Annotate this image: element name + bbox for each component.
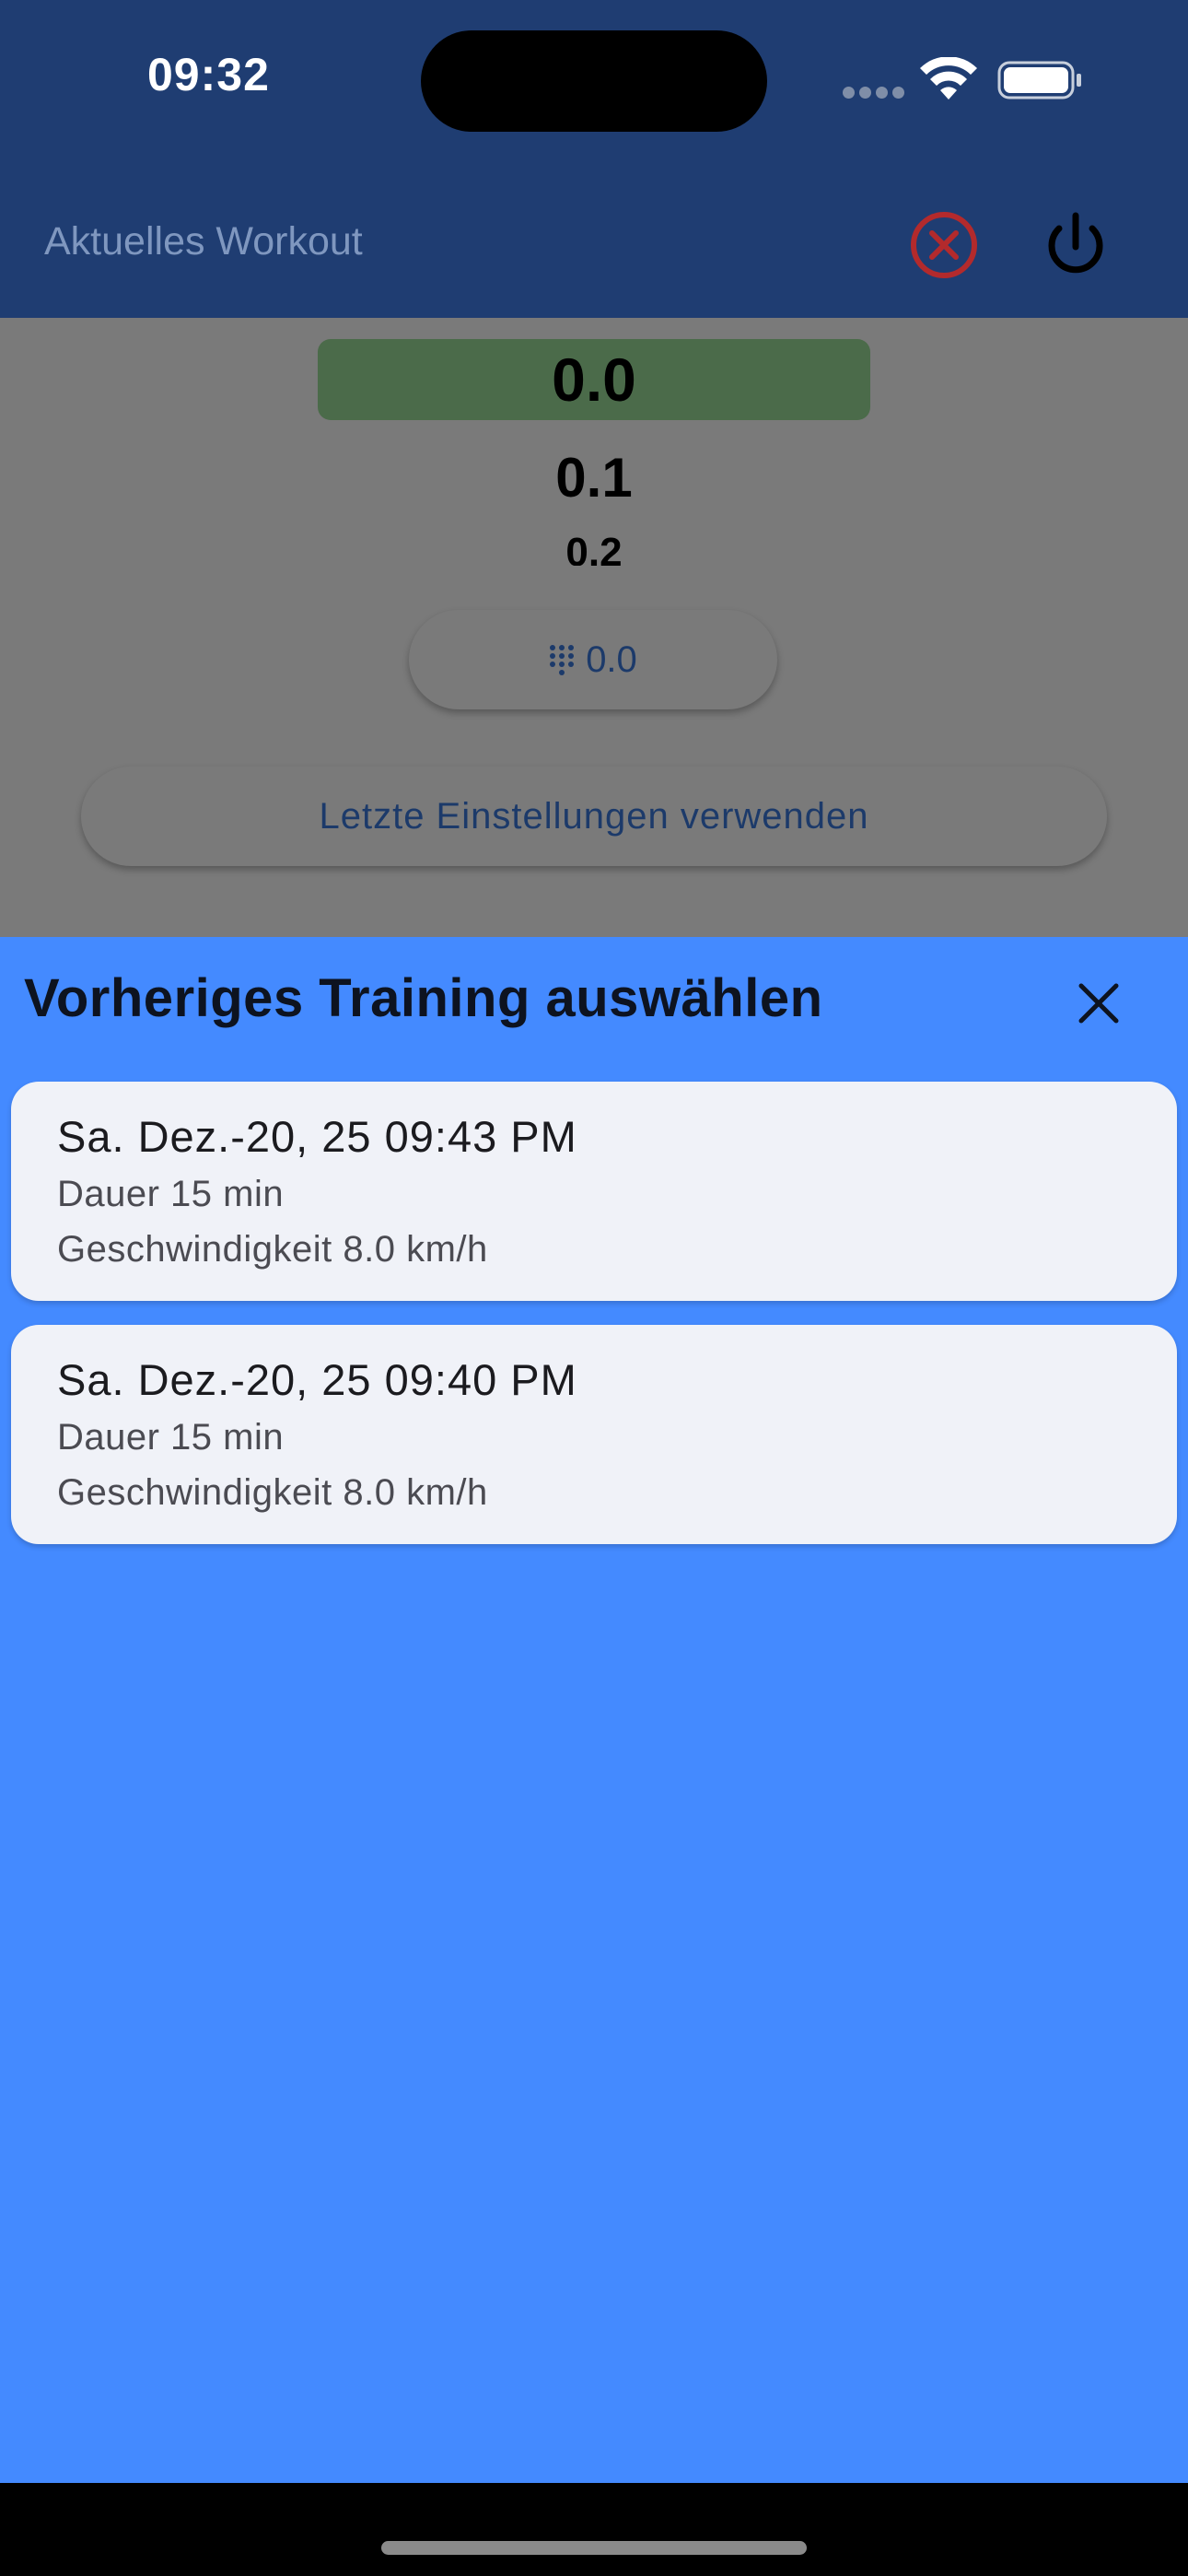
dynamic-island bbox=[421, 30, 767, 132]
home-indicator[interactable] bbox=[381, 2541, 807, 2555]
sheet-title: Vorheriges Training auswählen bbox=[24, 968, 823, 1028]
close-icon[interactable] bbox=[1074, 978, 1124, 1028]
home-indicator-area bbox=[0, 2483, 1188, 2576]
training-list-item[interactable]: Sa. Dez.-20, 25 09:40 PM Dauer 15 min Ge… bbox=[11, 1325, 1177, 1544]
training-list-item[interactable]: Sa. Dez.-20, 25 09:43 PM Dauer 15 min Ge… bbox=[11, 1082, 1177, 1301]
keypad-button-label: 0.0 bbox=[586, 638, 637, 680]
speed-picker-next-value-2-container: 0.2 bbox=[318, 533, 870, 566]
cellular-signal-icon bbox=[843, 87, 905, 100]
training-speed: Geschwindigkeit 8.0 km/h bbox=[57, 1472, 488, 1513]
app-bar-title: Aktuelles Workout bbox=[44, 219, 363, 263]
screen: 09:32 Aktuelles Workout 0.0 0.1 0.2 0.0 … bbox=[0, 0, 1188, 2576]
training-date: Sa. Dez.-20, 25 09:40 PM bbox=[57, 1355, 577, 1404]
cancel-workout-button[interactable] bbox=[905, 206, 983, 284]
speed-picker-selected-value[interactable]: 0.0 bbox=[318, 339, 870, 420]
status-time: 09:32 bbox=[147, 49, 270, 100]
keypad-entry-button[interactable]: 0.0 bbox=[409, 610, 777, 709]
training-speed: Geschwindigkeit 8.0 km/h bbox=[57, 1229, 488, 1270]
training-date: Sa. Dez.-20, 25 09:43 PM bbox=[57, 1112, 577, 1161]
dialpad-icon bbox=[550, 645, 575, 675]
use-last-settings-button[interactable]: Letzte Einstellungen verwenden bbox=[81, 767, 1107, 866]
wifi-icon bbox=[920, 57, 977, 100]
power-button[interactable] bbox=[1035, 205, 1116, 286]
training-duration: Dauer 15 min bbox=[57, 1174, 285, 1214]
speed-picker-next-value-2[interactable]: 0.2 bbox=[318, 533, 870, 566]
battery-icon bbox=[997, 61, 1081, 100]
training-duration: Dauer 15 min bbox=[57, 1417, 285, 1458]
speed-picker-next-value[interactable]: 0.1 bbox=[318, 446, 870, 509]
